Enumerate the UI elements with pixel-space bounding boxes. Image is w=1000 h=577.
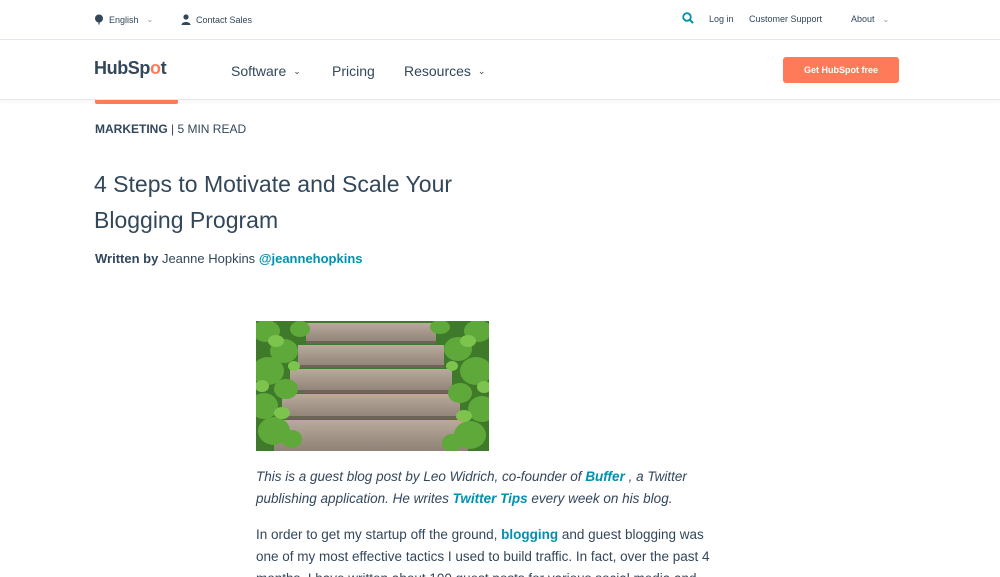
logo-text-prefix: HubSp — [94, 58, 150, 78]
author-name[interactable]: Jeanne Hopkins — [162, 251, 255, 266]
para-text-1: In order to get my startup off the groun… — [256, 527, 502, 542]
chevron-down-icon: ⌄ — [146, 15, 154, 24]
logo-text-suffix: t — [160, 58, 167, 78]
intro-text-3: every week on his blog. — [527, 491, 673, 506]
article-title: 4 Steps to Motivate and Scale Your Blogg… — [94, 171, 453, 233]
nav-software[interactable]: Software ⌄ — [231, 63, 301, 79]
byline: Written by Jeanne Hopkins @jeannehopkins — [95, 251, 363, 266]
language-selector[interactable]: English ⌄ — [94, 14, 153, 25]
log-in-link[interactable]: Log in — [709, 14, 734, 24]
customer-support-link[interactable]: Customer Support — [749, 14, 822, 24]
active-section-indicator — [95, 100, 178, 104]
blogging-link[interactable]: blogging — [501, 527, 558, 542]
chevron-down-icon: ⌄ — [293, 65, 301, 76]
category-link[interactable]: MARKETING — [95, 122, 168, 136]
written-by-label: Written by — [95, 251, 159, 266]
intro-text-1: This is a guest blog post by Leo Widrich… — [256, 469, 586, 484]
chevron-down-icon: ⌄ — [477, 65, 486, 76]
nav-resources[interactable]: Resources ⌄ — [404, 63, 485, 79]
twitter-tips-link[interactable]: Twitter Tips — [453, 491, 528, 506]
read-time: | 5 MIN READ — [171, 122, 247, 136]
customer-support-label: Customer Support — [749, 14, 823, 24]
get-hubspot-free-button[interactable]: Get HubSpot free — [783, 57, 899, 83]
body-paragraph: In order to get my startup off the groun… — [256, 524, 726, 577]
article-category: MARKETING | 5 MIN READ — [95, 122, 246, 136]
buffer-link[interactable]: Buffer — [585, 469, 628, 484]
main-nav: HubSpot Software ⌄ Pricing Resources ⌄ G… — [0, 40, 1000, 100]
about-menu[interactable]: About ⌄ — [851, 14, 889, 24]
about-label: About — [851, 14, 875, 24]
contact-sales-label: Contact Sales — [196, 14, 253, 25]
article-hero-image — [256, 321, 489, 451]
nav-software-label: Software — [231, 63, 287, 79]
search-button[interactable] — [682, 12, 694, 24]
user-icon — [181, 14, 191, 25]
log-in-label: Log in — [709, 14, 734, 24]
chevron-down-icon: ⌄ — [882, 14, 890, 24]
guest-post-note: This is a guest blog post by Leo Widrich… — [256, 466, 726, 510]
nav-resources-label: Resources — [404, 63, 471, 79]
globe-icon — [95, 14, 103, 25]
language-label: English — [109, 14, 139, 25]
hubspot-logo[interactable]: HubSpot — [94, 58, 167, 79]
search-icon — [682, 12, 694, 24]
nav-pricing-label: Pricing — [332, 63, 375, 79]
contact-sales-link[interactable]: Contact Sales — [181, 14, 252, 25]
logo-sprocket: o — [150, 58, 161, 78]
nav-pricing[interactable]: Pricing — [332, 63, 375, 79]
utility-bar: English ⌄ Contact Sales Log in Customer … — [0, 0, 1000, 40]
author-twitter-handle[interactable]: @jeannehopkins — [259, 251, 363, 266]
